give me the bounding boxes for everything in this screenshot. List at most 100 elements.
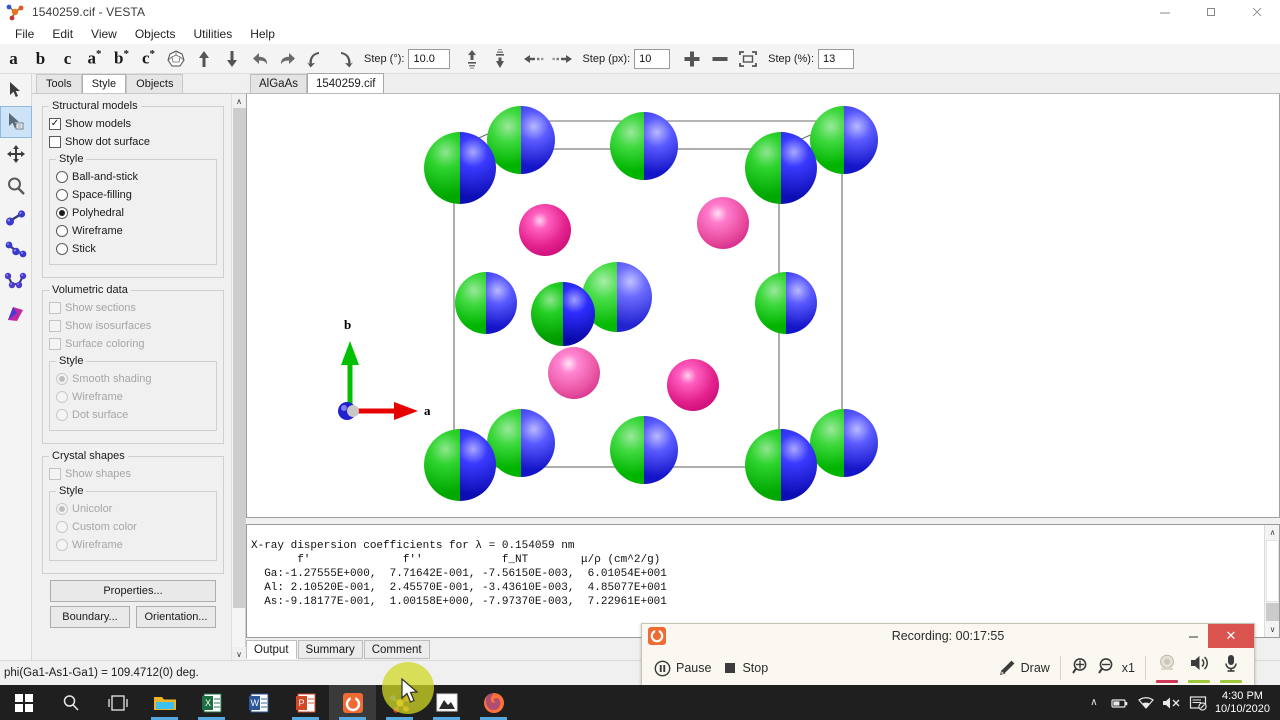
- task-view-icon[interactable]: [94, 685, 141, 720]
- move-tool[interactable]: [0, 138, 32, 170]
- screen-recorder-icon[interactable]: [329, 685, 376, 720]
- space-filling-radio[interactable]: [56, 188, 68, 201]
- select-object-tool[interactable]: [0, 106, 32, 138]
- word-icon[interactable]: W: [235, 685, 282, 720]
- show-models-checkbox[interactable]: ✓: [49, 117, 61, 130]
- radio-ball-and-stick[interactable]: Ball-and-stick: [56, 168, 210, 185]
- zoom-in-arrow-icon[interactable]: [458, 47, 486, 71]
- output-tab-output[interactable]: Output: [246, 640, 297, 659]
- menu-item-utilities[interactable]: Utilities: [185, 25, 242, 43]
- taskbar-clock[interactable]: 4:30 PM 10/10/2020: [1211, 690, 1280, 716]
- recorder-webcam-toggle[interactable]: [1156, 653, 1178, 683]
- tab-objects[interactable]: Objects: [126, 74, 184, 93]
- sidebar-scroll-up-button[interactable]: ∧: [232, 94, 246, 108]
- distance-tool[interactable]: [0, 202, 32, 234]
- output-scrollbar[interactable]: ∧ ∨: [1264, 525, 1279, 637]
- minimize-button[interactable]: [1142, 0, 1188, 24]
- pan-right-icon[interactable]: [548, 47, 576, 71]
- stick-radio[interactable]: [56, 242, 68, 255]
- step-percent-input[interactable]: 13: [818, 48, 855, 69]
- battery-icon[interactable]: [1107, 685, 1133, 720]
- search-icon[interactable]: [47, 685, 94, 720]
- output-scroll-track[interactable]: [1266, 540, 1279, 602]
- recorder-stop-button[interactable]: Stop: [723, 661, 768, 675]
- orientation-button[interactable]: Orientation...: [136, 606, 216, 628]
- angle-tool[interactable]: [0, 234, 32, 266]
- doc-tab-algaas[interactable]: AlGaAs: [250, 74, 307, 93]
- close-button[interactable]: [1234, 0, 1280, 24]
- menu-item-file[interactable]: File: [6, 25, 43, 43]
- torsion-tool[interactable]: [0, 266, 32, 298]
- structure-3d-viewport[interactable]: b a: [246, 94, 1280, 518]
- recorder-mic-toggle[interactable]: [1220, 653, 1242, 683]
- recorder-close-button[interactable]: ✕: [1208, 624, 1254, 648]
- output-tab-comment[interactable]: Comment: [363, 640, 430, 659]
- boundary-button[interactable]: Boundary...: [50, 606, 130, 628]
- step-pixels-input[interactable]: 10: [634, 48, 671, 69]
- polyhedral-radio[interactable]: [56, 206, 68, 219]
- maximize-button[interactable]: [1188, 0, 1234, 24]
- rotate-ccw-icon[interactable]: [302, 47, 330, 71]
- plus-icon[interactable]: [678, 47, 706, 71]
- show-dot-surface-row[interactable]: Show dot surface: [49, 133, 217, 150]
- view-axis-c-star-button[interactable]: c*: [135, 48, 162, 69]
- tab-style[interactable]: Style: [81, 74, 127, 93]
- radio-space-filling[interactable]: Space-filling: [56, 186, 210, 203]
- view-axis-a-button[interactable]: a: [0, 49, 27, 69]
- output-scroll-thumb[interactable]: [1266, 603, 1279, 621]
- menu-item-help[interactable]: Help: [241, 25, 284, 43]
- redo-arrow-icon[interactable]: [274, 47, 302, 71]
- rotate-cw-icon[interactable]: [330, 47, 358, 71]
- view-axis-b-button[interactable]: b: [27, 49, 54, 69]
- rotate-down-icon[interactable]: [218, 47, 246, 71]
- recorder-pause-button[interactable]: Pause: [654, 660, 711, 677]
- radio-wireframe[interactable]: Wireframe: [56, 222, 210, 239]
- radio-polyhedral[interactable]: Polyhedral: [56, 204, 210, 221]
- sidebar-scroll-down-button[interactable]: ∨: [232, 647, 246, 661]
- screen-recorder-bar[interactable]: Recording: 00:17:55 ✕ Pause Stop Draw x1: [641, 623, 1255, 689]
- powerpoint-icon[interactable]: P: [282, 685, 329, 720]
- windows-start-icon[interactable]: [0, 685, 47, 720]
- view-axis-b-star-button[interactable]: b*: [108, 48, 135, 69]
- step-degrees-input[interactable]: 10.0: [408, 48, 451, 69]
- radio-stick[interactable]: Stick: [56, 240, 210, 257]
- menu-item-objects[interactable]: Objects: [126, 25, 185, 43]
- undo-arrow-icon[interactable]: [246, 47, 274, 71]
- plane-tool[interactable]: [0, 298, 32, 330]
- zoom-tool[interactable]: [0, 170, 32, 202]
- doc-tab-1540259-cif[interactable]: 1540259.cif: [307, 73, 385, 93]
- recorder-speaker-toggle[interactable]: [1188, 653, 1210, 683]
- view-axis-c-button[interactable]: c: [54, 49, 81, 69]
- show-models-row[interactable]: ✓ Show models: [49, 115, 217, 132]
- sidebar-scroll-thumb[interactable]: [233, 108, 245, 608]
- wifi-icon[interactable]: [1133, 685, 1159, 720]
- ball-and-stick-radio[interactable]: [56, 170, 68, 183]
- output-scroll-up-button[interactable]: ∧: [1265, 525, 1280, 540]
- show-dot-surface-checkbox[interactable]: [49, 135, 61, 148]
- file-explorer-icon[interactable]: [141, 685, 188, 720]
- magnifier-minus-icon[interactable]: [1097, 656, 1117, 681]
- firefox-icon[interactable]: [470, 685, 517, 720]
- magnifier-plus-icon[interactable]: [1071, 656, 1091, 681]
- rotate-up-icon[interactable]: [190, 47, 218, 71]
- output-tab-summary[interactable]: Summary: [297, 640, 363, 659]
- menu-item-view[interactable]: View: [82, 25, 126, 43]
- output-pane[interactable]: X-ray dispersion coefficients for λ = 0.…: [246, 524, 1280, 638]
- polyhedron-icon[interactable]: [162, 47, 190, 71]
- recorder-minimize-button[interactable]: [1182, 626, 1204, 646]
- wireframe-radio[interactable]: [56, 224, 68, 237]
- tab-tools[interactable]: Tools: [36, 74, 82, 93]
- menu-item-edit[interactable]: Edit: [43, 25, 82, 43]
- excel-icon[interactable]: X: [188, 685, 235, 720]
- volume-muted-icon[interactable]: [1159, 685, 1185, 720]
- select-arrow-tool[interactable]: [0, 74, 32, 106]
- view-axis-a-star-button[interactable]: a*: [81, 48, 108, 69]
- sidebar-scrollbar[interactable]: ∧ ∨: [231, 94, 246, 661]
- action-center-icon[interactable]: [1185, 685, 1211, 720]
- zoom-out-arrow-icon[interactable]: [486, 47, 514, 71]
- minus-icon[interactable]: [706, 47, 734, 71]
- recorder-draw-button[interactable]: Draw: [998, 659, 1050, 677]
- tray-chevron-up-icon[interactable]: ∧: [1081, 685, 1107, 720]
- pan-left-icon[interactable]: [520, 47, 548, 71]
- output-scroll-down-button[interactable]: ∨: [1265, 622, 1280, 637]
